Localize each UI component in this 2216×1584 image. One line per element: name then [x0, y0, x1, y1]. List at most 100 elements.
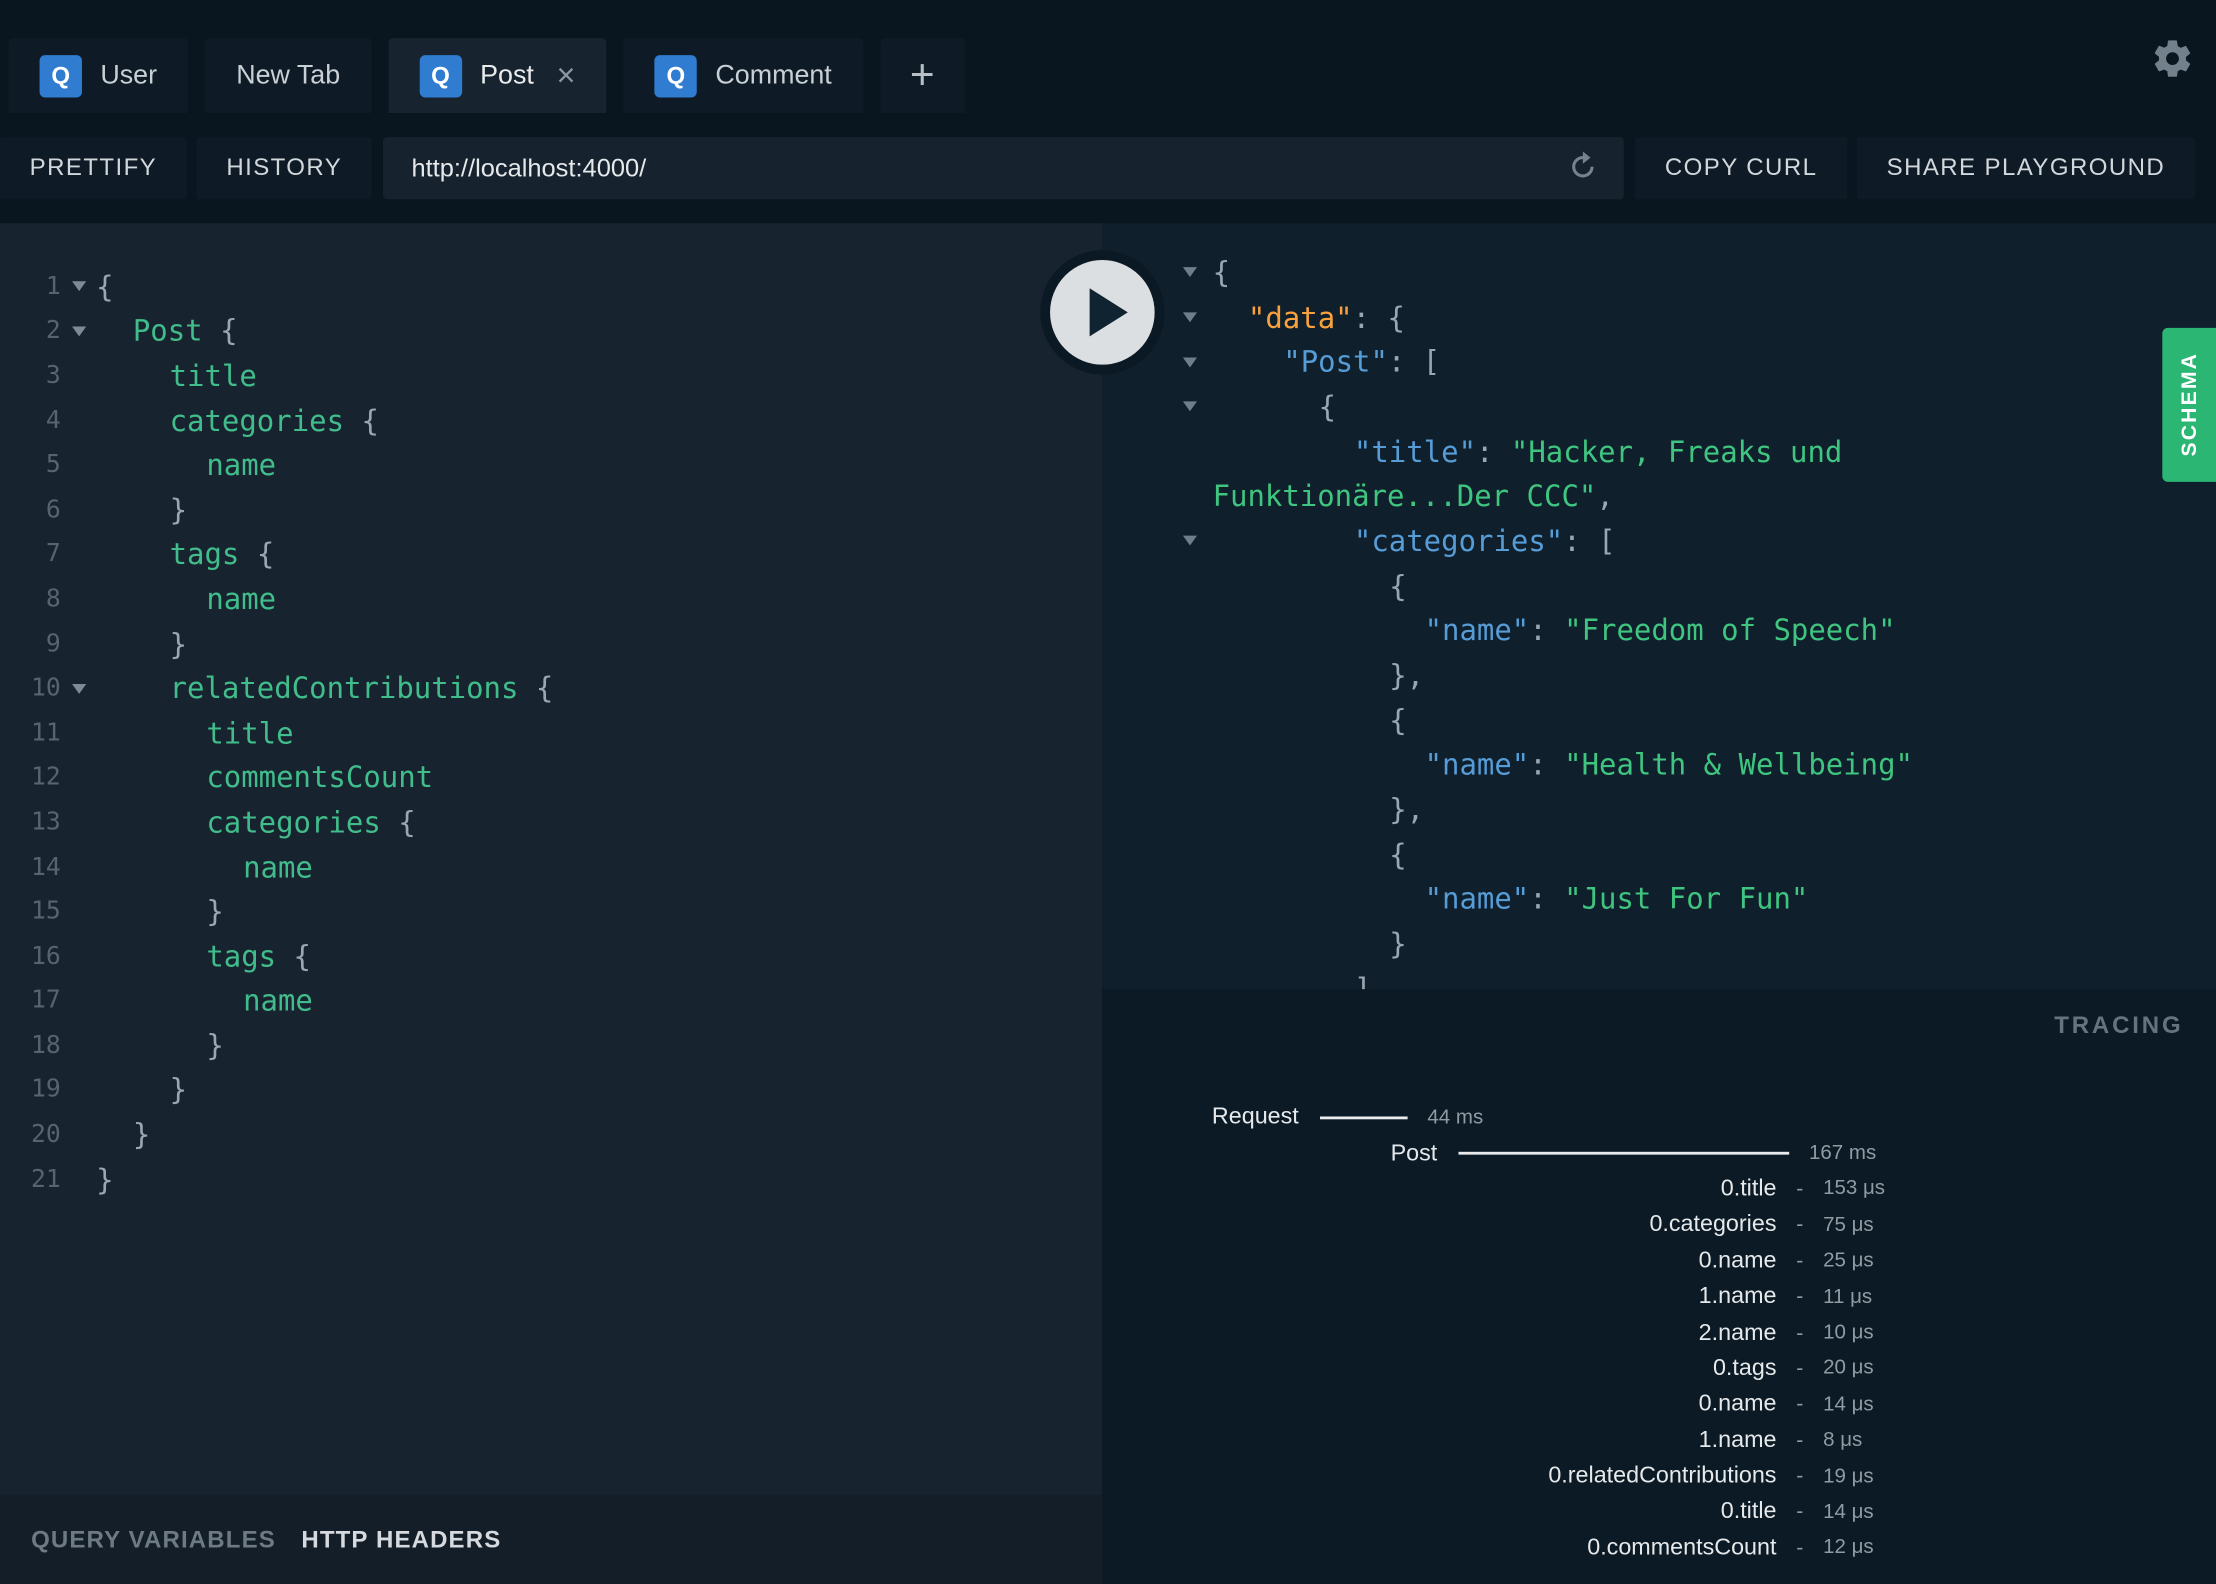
editor-line: 6}	[0, 488, 1102, 533]
fold-arrow-icon[interactable]	[1102, 401, 1212, 412]
code-text: name	[243, 850, 313, 885]
trace-label: 1.name	[1698, 1426, 1777, 1453]
share-playground-button[interactable]: SHARE PLAYGROUND	[1856, 137, 2195, 200]
fold-arrow-icon[interactable]	[61, 683, 96, 694]
code-text: name	[243, 984, 313, 1018]
editor-line: 21}	[0, 1157, 1102, 1202]
code-text: }	[206, 1028, 224, 1063]
settings-button[interactable]	[2150, 37, 2195, 82]
code-text: {	[1389, 837, 1407, 872]
trace-duration: 20 μs	[1823, 1357, 1874, 1380]
response-line: }	[1102, 922, 2216, 967]
trace-duration: 11 μs	[1823, 1285, 1873, 1309]
code-text: commentsCount	[206, 760, 434, 795]
code-text: "Post": [	[1283, 345, 1441, 380]
line-number: 3	[45, 361, 61, 391]
reload-schema-button[interactable]	[1562, 147, 1604, 189]
code-text: tags {	[206, 939, 312, 974]
trace-dash: -	[1796, 1464, 1804, 1489]
trace-dash: -	[1796, 1500, 1804, 1525]
history-button[interactable]: HISTORY	[196, 137, 372, 200]
line-number: 8	[45, 585, 61, 614]
tab-new-tab[interactable]: New Tab	[205, 38, 372, 114]
copy-curl-button[interactable]: COPY CURL	[1635, 137, 1848, 200]
trace-duration: 25 μs	[1823, 1249, 1874, 1273]
add-tab-button[interactable]: +	[879, 38, 965, 114]
fold-arrow-icon[interactable]	[61, 281, 96, 292]
gear-icon	[2154, 40, 2190, 77]
line-number: 1	[45, 272, 61, 301]
trace-dash: -	[1796, 1428, 1804, 1453]
tracing-row: Post 167 ms	[1102, 1135, 2216, 1171]
line-number: 4	[45, 406, 61, 435]
line-number: 21	[30, 1165, 61, 1194]
tab-comment[interactable]: Q Comment	[623, 38, 863, 114]
query-editor-code[interactable]: 1{2 Post {3 title 4 categories {5 name 6} 7 tags…	[0, 223, 1102, 1495]
trace-dash: -	[1796, 1356, 1804, 1381]
editor-line: 15}	[0, 889, 1102, 934]
editor-line: 16 tags {	[0, 934, 1102, 979]
code-text: {	[1389, 569, 1407, 603]
code-text: name	[206, 448, 277, 483]
line-number: 10	[30, 674, 61, 703]
editor-footer: QUERY VARIABLES HTTP HEADERS	[0, 1495, 1103, 1584]
response-line: "categories": [	[1102, 519, 2216, 564]
code-text: {	[1389, 703, 1407, 738]
code-text: {	[1212, 255, 1231, 290]
close-tab-icon[interactable]: ×	[556, 59, 575, 92]
prettify-button[interactable]: PRETTIFY	[0, 137, 187, 200]
tab-post[interactable]: Q Post ×	[388, 38, 607, 114]
code-text: "name": "Just For Fun"	[1424, 882, 1809, 917]
query-variables-tab[interactable]: QUERY VARIABLES	[31, 1526, 276, 1554]
query-badge-icon: Q	[654, 54, 698, 97]
code-text: {	[1318, 389, 1337, 424]
response-line: {	[1102, 564, 2216, 609]
code-text: Funktionäre...Der CCC",	[1212, 479, 1614, 514]
response-line: {	[1102, 698, 2216, 743]
tracing-row: 1.name -11 μs	[1102, 1279, 2216, 1315]
fold-arrow-icon[interactable]	[61, 326, 96, 337]
trace-duration: 14 μs	[1823, 1500, 1874, 1524]
trace-label: 2.name	[1698, 1319, 1777, 1345]
editor-line: 3 title	[0, 354, 1102, 399]
query-pane: 1{2 Post {3 title 4 categories {5 name 6} 7 tags…	[0, 223, 1103, 1584]
code-text: ]	[1353, 972, 1372, 990]
response-line: "data": {	[1102, 295, 2216, 340]
code-text: "name": "Health & Wellbeing"	[1424, 748, 1913, 783]
tab-label: Comment	[715, 60, 832, 90]
editor-line: 8 name	[0, 577, 1102, 622]
editor-line: 12 commentsCount	[0, 755, 1102, 800]
trace-label: 1.name	[1698, 1283, 1777, 1309]
execute-button[interactable]	[1040, 250, 1165, 375]
editor-line: 7 tags {	[0, 532, 1102, 577]
refresh-icon	[1572, 150, 1594, 177]
schema-tab-label: SCHEMA	[2177, 352, 2202, 458]
http-headers-tab[interactable]: HTTP HEADERS	[301, 1526, 501, 1554]
trace-duration: 10 μs	[1823, 1321, 1874, 1345]
tab-label: User	[100, 60, 158, 90]
tracing-row: 0.relatedContributions -19 μs	[1102, 1458, 2216, 1494]
fold-arrow-icon[interactable]	[1102, 536, 1212, 547]
code-text: }	[96, 1162, 114, 1197]
response-line: {	[1102, 250, 2216, 295]
endpoint-url-input[interactable]	[411, 153, 1562, 184]
code-text: },	[1389, 658, 1425, 693]
line-number: 17	[30, 986, 61, 1016]
query-badge-icon: Q	[419, 54, 462, 97]
tracing-title: TRACING	[2054, 1011, 2184, 1039]
code-text: relatedContributions {	[169, 671, 554, 706]
code-text: name	[206, 582, 277, 617]
tracing-row: 0.tags -20 μs	[1102, 1351, 2216, 1387]
trace-duration: 12 μs	[1823, 1536, 1874, 1560]
schema-side-tab[interactable]: SCHEMA	[2162, 327, 2216, 482]
code-text: "name": "Freedom of Speech"	[1424, 613, 1896, 648]
code-text: }	[169, 1073, 188, 1108]
trace-duration: 153 μs	[1823, 1177, 1886, 1201]
trace-label: 0.title	[1720, 1498, 1777, 1525]
tab-user[interactable]: Q User	[8, 38, 189, 114]
code-text: }	[169, 626, 188, 661]
tracing-rows: Request 44 ms Post 167 ms 0.title -153 μs 0.ca…	[1102, 1100, 2216, 1566]
trace-dash: -	[1796, 1177, 1804, 1202]
tracing-row: 2.name -10 μs	[1102, 1315, 2216, 1351]
line-number: 12	[30, 763, 61, 792]
